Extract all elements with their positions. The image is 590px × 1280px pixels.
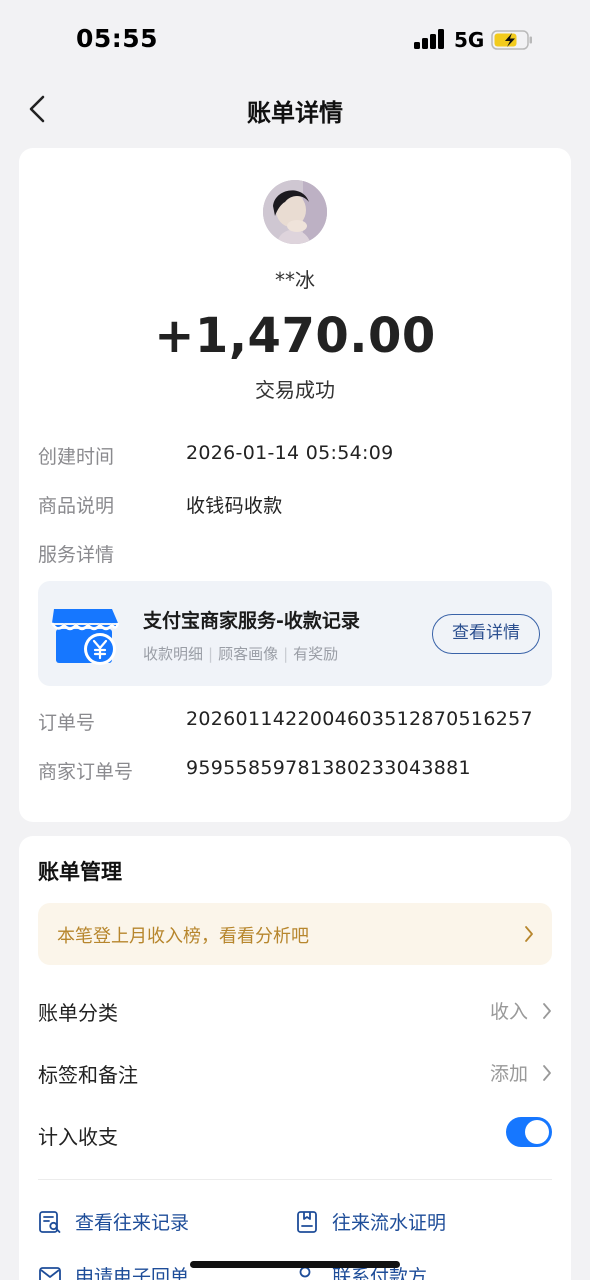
mail-icon <box>39 1267 61 1280</box>
tags-notes-value: 添加 <box>489 1063 528 1085</box>
include-in-budget-toggle[interactable] <box>506 1117 552 1147</box>
view-records-label: 查看往来记录 <box>75 1212 190 1234</box>
transaction-card: **冰 +1,470.00 交易成功 创建时间 2026-01-14 05:54… <box>19 148 571 822</box>
description-label: 商品说明 <box>38 495 115 517</box>
section-title: 账单管理 <box>38 860 122 884</box>
home-indicator <box>190 1261 400 1268</box>
service-details-label: 服务详情 <box>38 544 115 566</box>
created-time-label: 创建时间 <box>38 446 115 468</box>
records-search-icon <box>39 1211 61 1233</box>
include-in-budget-row: 计入收支 <box>38 1115 552 1155</box>
status-time: 05:55 <box>76 24 159 53</box>
include-in-budget-label: 计入收支 <box>38 1125 118 1149</box>
order-number-label: 订单号 <box>38 712 96 734</box>
network-label: 5G <box>454 28 485 52</box>
service-tag: 收款明细 <box>143 645 204 663</box>
view-details-button[interactable]: 查看详情 <box>432 614 540 654</box>
bill-management-card: 账单管理 本笔登上月收入榜，看看分析吧 账单分类 收入 标签和备注 添加 计入收… <box>19 836 571 1280</box>
service-tag: 有奖励 <box>293 645 339 663</box>
transaction-proof-label: 往来流水证明 <box>332 1212 447 1234</box>
tag-separator: | <box>283 645 289 663</box>
battery-charging-icon <box>491 30 532 50</box>
store-yuan-icon <box>50 609 120 665</box>
income-rank-banner[interactable]: 本笔登上月收入榜，看看分析吧 <box>38 903 552 965</box>
signal-icon <box>414 29 446 49</box>
order-number-value: 2026011422004603512870516257 <box>186 708 533 730</box>
service-tags: 收款明细 | 顾客画像 | 有奖励 <box>143 643 338 664</box>
nav-bar: 账单详情 <box>0 84 590 134</box>
merchant-order-value: 9595585978138023304388​1 <box>186 757 471 779</box>
merchant-service-card[interactable]: 支付宝商家服务-收款记录 收款明细 | 顾客画像 | 有奖励 查看详情 <box>38 581 552 686</box>
description-value: 收钱码收款 <box>186 495 283 517</box>
promo-text: 本笔登上月收入榜，看看分析吧 <box>57 926 309 947</box>
status-bar: 05:55 5G <box>0 0 590 80</box>
tags-notes-row[interactable]: 标签和备注 添加 <box>38 1053 552 1093</box>
avatar-photo-icon <box>263 180 327 244</box>
created-time-value: 2026-01-14 05:54:09 <box>186 442 394 464</box>
chevron-right-icon <box>525 926 533 942</box>
tag-separator: | <box>208 645 214 663</box>
bill-category-value: 收入 <box>489 1001 528 1023</box>
bill-category-label: 账单分类 <box>38 1001 118 1025</box>
page-title: 账单详情 <box>247 99 343 127</box>
toggle-knob <box>525 1120 549 1144</box>
chevron-right-icon <box>543 1065 551 1081</box>
transaction-status: 交易成功 <box>255 378 335 402</box>
divider <box>38 1179 552 1180</box>
service-title: 支付宝商家服务-收款记录 <box>143 610 360 632</box>
payer-name: **冰 <box>275 268 315 292</box>
e-receipt-label: 申请电子回单 <box>75 1266 190 1280</box>
avatar[interactable] <box>263 180 327 244</box>
chevron-right-icon <box>543 1003 551 1019</box>
transaction-amount: +1,470.00 <box>154 308 436 364</box>
bill-category-row[interactable]: 账单分类 收入 <box>38 991 552 1031</box>
merchant-order-label: 商家订单号 <box>38 761 134 783</box>
document-proof-icon <box>297 1211 317 1233</box>
tags-notes-label: 标签和备注 <box>38 1063 138 1087</box>
service-tag: 顾客画像 <box>218 645 279 663</box>
